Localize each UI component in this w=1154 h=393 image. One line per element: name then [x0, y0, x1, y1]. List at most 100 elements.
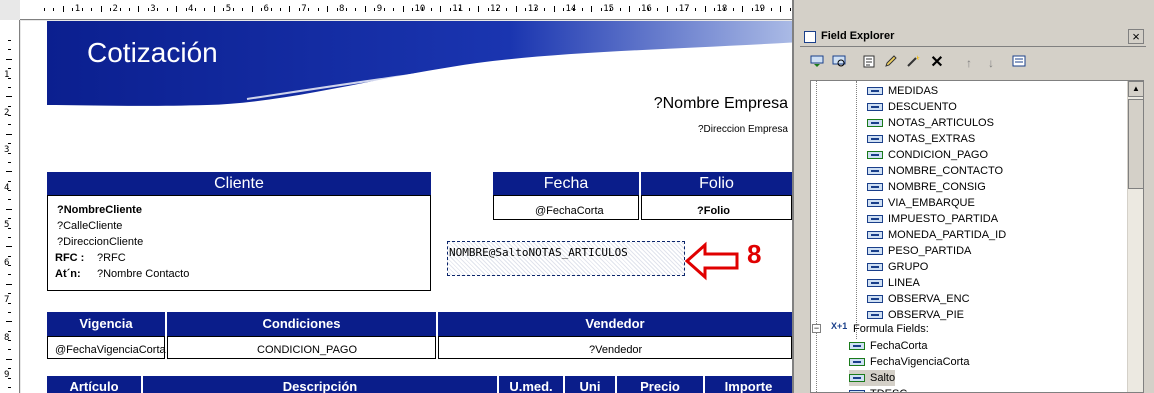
- col-descripcion[interactable]: Descripción: [143, 376, 497, 393]
- attn-label[interactable]: At´n:: [55, 268, 81, 280]
- notes-field[interactable]: NOMBRE@SaltoNOTAS_ARTICULOS: [449, 246, 628, 259]
- col-precio[interactable]: Precio: [617, 376, 703, 393]
- field-label: MONEDA_PARTIDA_ID: [888, 229, 1007, 241]
- ruler-tick: [374, 8, 376, 11]
- field-item[interactable]: IMPUESTO_PARTIDA: [867, 211, 998, 227]
- field-item[interactable]: NOTAS_EXTRAS: [867, 131, 975, 147]
- field-item[interactable]: GRUPO: [867, 259, 928, 275]
- field-tree[interactable]: MEDIDAS DESCUENTO NOTAS_ARTICULOS NOTAS_EXT…: [810, 80, 1144, 393]
- ruler-tick: [742, 6, 744, 12]
- move-up-icon[interactable]: ↑: [960, 54, 978, 72]
- col-articulo[interactable]: Artículo: [47, 376, 141, 393]
- field-item[interactable]: MEDIDAS: [867, 83, 938, 99]
- client-name-field[interactable]: ?NombreCliente: [57, 204, 142, 216]
- fecha-header[interactable]: Fecha: [493, 172, 639, 195]
- col-importe[interactable]: Importe: [705, 376, 792, 393]
- ruler-tick: [6, 96, 12, 98]
- browse-field-icon[interactable]: [830, 54, 848, 72]
- horizontal-ruler: 1234567891011121314151617181920: [20, 0, 792, 20]
- ruler-number: 17: [678, 4, 690, 14]
- delete-x-icon[interactable]: ✕: [928, 54, 946, 72]
- folio-field[interactable]: ?Folio: [697, 205, 730, 217]
- formula-item[interactable]: FechaCorta: [849, 338, 927, 354]
- ruler-tick: [676, 8, 678, 11]
- ruler-tick: [242, 8, 244, 11]
- ruler-tick: [8, 199, 11, 201]
- ruler-tick: [8, 349, 11, 351]
- col-uni[interactable]: Uni: [565, 376, 615, 393]
- scrollbar[interactable]: ▲: [1127, 81, 1143, 392]
- formula-expander[interactable]: −: [812, 324, 821, 333]
- formula-item[interactable]: FechaVigenciaCorta: [849, 354, 969, 370]
- formula-fields-group[interactable]: Formula Fields:: [853, 321, 929, 337]
- ruler-tick: [8, 68, 11, 70]
- formula-checked-icon: [849, 358, 865, 367]
- edit-pencil-icon[interactable]: [882, 54, 900, 72]
- condiciones-field[interactable]: CONDICION_PAGO: [257, 344, 357, 356]
- company-name-field[interactable]: ?Nombre Empresa: [654, 95, 788, 113]
- client-street-field[interactable]: ?CalleCliente: [57, 220, 122, 232]
- ruler-tick: [610, 8, 612, 11]
- formula-item-partial[interactable]: TDESC: [849, 386, 907, 392]
- ruler-tick: [8, 180, 11, 182]
- ruler-tick: [619, 8, 621, 11]
- close-icon[interactable]: ×: [1128, 29, 1144, 44]
- field-icon: [867, 311, 883, 320]
- company-address-field[interactable]: ?Direccion Empresa: [698, 124, 788, 135]
- rfc-field[interactable]: ?RFC: [97, 252, 126, 264]
- vendedor-field[interactable]: ?Vendedor: [589, 344, 642, 356]
- client-header[interactable]: Cliente: [47, 172, 431, 195]
- field-item[interactable]: LINEA: [867, 275, 920, 291]
- condiciones-header[interactable]: Condiciones: [167, 312, 436, 336]
- vigencia-header[interactable]: Vigencia: [47, 312, 165, 336]
- field-item[interactable]: VIA_EMBARQUE: [867, 195, 975, 211]
- col-umed[interactable]: U.med.: [499, 376, 563, 393]
- ruler-tick: [62, 6, 64, 12]
- folio-header[interactable]: Folio: [641, 172, 792, 195]
- new-field-icon[interactable]: [860, 54, 878, 72]
- ruler-tick: [91, 8, 93, 11]
- field-item[interactable]: CONDICION_PAGO: [867, 147, 988, 163]
- vertical-ruler: 1 2 3 4 5 6 7 8 9: [0, 20, 20, 393]
- ruler-tick: [119, 8, 121, 11]
- report-title[interactable]: Cotización: [87, 37, 218, 69]
- field-explorer-icon: [804, 31, 816, 43]
- vendedor-header[interactable]: Vendedor: [438, 312, 792, 336]
- insert-field-icon[interactable]: [808, 54, 826, 72]
- formula-fields-icon: X+1: [831, 321, 848, 331]
- scroll-thumb[interactable]: [1128, 99, 1143, 189]
- formula-label: Salto: [870, 372, 896, 384]
- report-designer: 1234567891011121314151617181920 12345678…: [0, 0, 792, 393]
- field-item[interactable]: MONEDA_PARTIDA_ID: [867, 227, 1006, 243]
- scroll-up-button[interactable]: ▲: [1128, 81, 1143, 97]
- field-item[interactable]: DESCUENTO: [867, 99, 957, 115]
- field-icon: [867, 247, 883, 256]
- ruler-tick: [336, 8, 338, 11]
- ruler-tick: [298, 8, 300, 11]
- properties-icon[interactable]: [1010, 54, 1028, 72]
- field-item[interactable]: NOMBRE_CONSIG: [867, 179, 986, 195]
- field-item[interactable]: OBSERVA_ENC: [867, 291, 970, 307]
- field-explorer-titlebar[interactable]: Field Explorer ×: [800, 28, 1146, 47]
- field-item[interactable]: NOMBRE_CONTACTO: [867, 163, 1003, 179]
- formula-label: FechaVigenciaCorta: [870, 356, 970, 368]
- field-label: IMPUESTO_PARTIDA: [888, 213, 999, 225]
- rfc-label[interactable]: RFC :: [55, 252, 84, 264]
- ruler-number: 13: [527, 4, 539, 14]
- field-icon: [867, 279, 883, 288]
- ruler-tick: [223, 8, 225, 11]
- field-item[interactable]: NOTAS_ARTICULOS: [867, 115, 994, 131]
- ruler-tick: [8, 227, 11, 229]
- vigencia-field[interactable]: @FechaVigenciaCorta: [55, 344, 166, 356]
- ruler-tick: [6, 58, 12, 60]
- formula-item[interactable]: Salto: [849, 370, 896, 386]
- ruler-tick: [270, 8, 272, 11]
- field-item[interactable]: PESO_PARTIDA: [867, 243, 971, 259]
- move-down-icon[interactable]: ↓: [982, 54, 1000, 72]
- client-address-field[interactable]: ?DireccionCliente: [57, 236, 143, 248]
- ruler-number: 10: [414, 4, 426, 14]
- report-canvas[interactable]: Cotización ?Nombre Empresa ?Direccion Em…: [21, 21, 792, 393]
- contact-field[interactable]: ?Nombre Contacto: [97, 268, 189, 280]
- fecha-field[interactable]: @FechaCorta: [535, 205, 604, 217]
- rename-wand-icon[interactable]: [904, 54, 922, 72]
